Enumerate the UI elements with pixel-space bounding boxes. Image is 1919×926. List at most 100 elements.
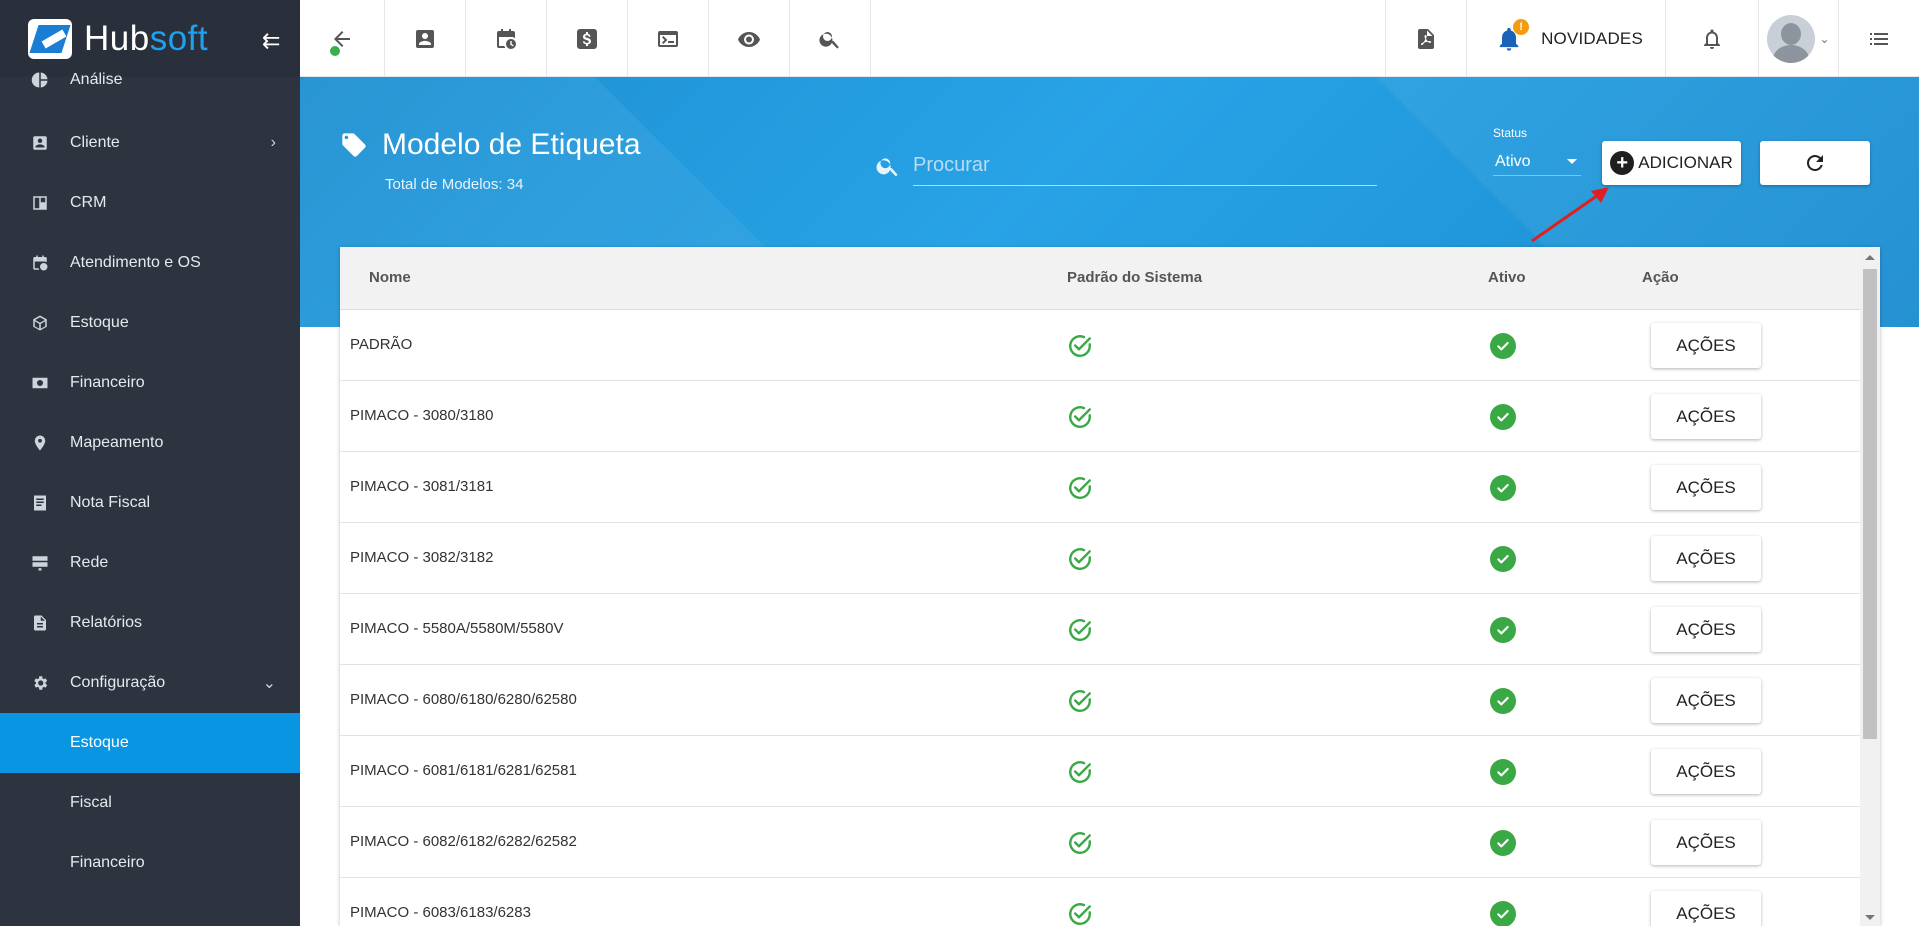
sidebar-item-mapeamento[interactable]: Mapeamento xyxy=(0,413,300,473)
table-row: PIMACO - 3082/3182 AÇÕES xyxy=(340,523,1880,594)
status-select[interactable]: Ativo xyxy=(1493,148,1581,176)
row-name: PIMACO - 3082/3182 xyxy=(350,549,494,566)
system-default-check-icon xyxy=(1067,830,1093,860)
system-default-check-icon xyxy=(1067,333,1093,363)
sidebar-subitem-estoque[interactable]: Estoque xyxy=(0,713,300,773)
search-icon xyxy=(876,158,898,177)
active-check-icon xyxy=(1490,475,1516,501)
labels-table: Nome Padrão do Sistema Ativo Ação PADRÃO… xyxy=(340,247,1880,926)
row-name: PIMACO - 6081/6181/6281/62581 xyxy=(350,762,577,779)
search-icon xyxy=(819,31,839,49)
refresh-icon xyxy=(1806,154,1823,171)
acoes-button[interactable]: AÇÕES xyxy=(1651,678,1761,723)
acoes-button[interactable]: AÇÕES xyxy=(1651,607,1761,652)
sidebar-item-rede[interactable]: Rede xyxy=(0,533,300,593)
tag-icon xyxy=(342,133,366,157)
sidebar-item-atendimento-e-os[interactable]: Atendimento e OS xyxy=(0,233,300,293)
collapse-sidebar-icon[interactable]: ⇇ xyxy=(262,28,280,54)
row-name: PIMACO - 3080/3180 xyxy=(350,407,494,424)
sidebar-item-financeiro[interactable]: Financeiro xyxy=(0,353,300,413)
sidebar-item-nota-fiscal[interactable]: Nota Fiscal xyxy=(0,473,300,533)
sidebar-item-label: Configuração xyxy=(70,674,166,691)
sidebar: Hubsoft ⇇ Análise Cliente › CRM Atendimento … xyxy=(0,0,300,926)
gear-icon xyxy=(30,673,50,693)
row-name: PIMACO - 3081/3181 xyxy=(350,478,494,495)
sidebar-item-relatorios[interactable]: Relatórios xyxy=(0,593,300,653)
contact-card-icon xyxy=(30,133,50,153)
plus-circle-icon: + xyxy=(1610,151,1635,175)
scroll-thumb[interactable] xyxy=(1863,269,1877,739)
table-scrollbar[interactable] xyxy=(1860,247,1880,926)
table-body: PADRÃO AÇÕES PIMACO - 3080/3180 AÇÕES PIMACO… xyxy=(340,310,1880,926)
active-check-icon xyxy=(1490,830,1516,856)
row-name: PIMACO - 5580A/5580M/5580V xyxy=(350,620,564,637)
active-check-icon xyxy=(1490,333,1516,359)
acoes-button[interactable]: AÇÕES xyxy=(1651,820,1761,865)
sidebar-item-label: Atendimento e OS xyxy=(70,254,201,271)
row-name: PIMACO - 6080/6180/6280/62580 xyxy=(350,691,577,708)
calendar-clock-icon xyxy=(30,253,50,273)
list-menu-button[interactable] xyxy=(1838,0,1919,77)
active-check-icon xyxy=(1490,404,1516,430)
sidebar-item-crm[interactable]: CRM xyxy=(0,173,300,233)
sidebar-subitem-fiscal[interactable]: Fiscal xyxy=(0,773,300,833)
acoes-button[interactable]: AÇÕES xyxy=(1651,394,1761,439)
table-row: PIMACO - 6081/6181/6281/62581 AÇÕES xyxy=(340,736,1880,807)
acoes-button[interactable]: AÇÕES xyxy=(1651,891,1761,926)
novidades-button[interactable]: ! NOVIDADES xyxy=(1466,0,1665,77)
topbar-search-button[interactable] xyxy=(790,0,871,77)
sidebar-item-configuracao[interactable]: Configuração ⌄ xyxy=(0,653,300,713)
notifications-button[interactable] xyxy=(1665,0,1758,77)
sidebar-item-estoque[interactable]: Estoque xyxy=(0,293,300,353)
top-bar: ! NOVIDADES ⌄ xyxy=(300,0,1919,77)
sidebar-menu: Análise Cliente › CRM Atendimento e OS Estoqu… xyxy=(0,65,300,713)
dollar-icon xyxy=(577,28,597,49)
status-value: Ativo xyxy=(1495,152,1531,170)
view-button[interactable] xyxy=(709,0,790,77)
sidebar-item-label: Financeiro xyxy=(70,374,145,391)
table-row: PIMACO - 6082/6182/6282/62582 AÇÕES xyxy=(340,807,1880,878)
acoes-button[interactable]: AÇÕES xyxy=(1651,323,1761,368)
search-bar xyxy=(875,145,1377,187)
scheduling-button[interactable] xyxy=(466,0,547,77)
clients-button[interactable] xyxy=(385,0,466,77)
active-check-icon xyxy=(1490,688,1516,714)
sidebar-item-analise[interactable]: Análise xyxy=(0,65,300,95)
sidebar-item-cliente[interactable]: Cliente › xyxy=(0,113,300,173)
add-button[interactable]: + ADICIONAR xyxy=(1602,141,1741,185)
table-header: Nome Padrão do Sistema Ativo Ação xyxy=(340,247,1880,310)
status-label: Status xyxy=(1493,126,1528,140)
kanban-board-icon xyxy=(30,193,50,213)
pdf-button[interactable] xyxy=(1385,0,1466,77)
contact-card-icon xyxy=(416,29,434,48)
sidebar-item-label: Nota Fiscal xyxy=(70,494,151,511)
user-avatar xyxy=(1767,14,1816,63)
terminal-button[interactable] xyxy=(628,0,709,77)
server-icon xyxy=(30,553,50,573)
chevron-down-icon: ⌄ xyxy=(262,675,276,692)
search-input[interactable] xyxy=(913,146,1377,186)
sidebar-submenu: Estoque Fiscal Financeiro xyxy=(0,713,300,893)
novidades-label: NOVIDADES xyxy=(1541,28,1643,48)
money-icon xyxy=(30,373,50,393)
sidebar-subitem-financeiro[interactable]: Financeiro xyxy=(0,833,300,893)
acoes-button[interactable]: AÇÕES xyxy=(1651,749,1761,794)
acoes-button[interactable]: AÇÕES xyxy=(1651,465,1761,510)
refresh-button[interactable] xyxy=(1760,141,1870,185)
novidades-badge: ! xyxy=(1513,18,1530,35)
table-row: PIMACO - 5580A/5580M/5580V AÇÕES xyxy=(340,594,1880,665)
active-check-icon xyxy=(1490,617,1516,643)
system-default-check-icon xyxy=(1067,688,1093,718)
user-menu-button[interactable]: ⌄ xyxy=(328,0,1838,77)
table-row: PIMACO - 3081/3181 AÇÕES xyxy=(340,452,1880,523)
table-row: PIMACO - 6080/6180/6280/62580 AÇÕES xyxy=(340,665,1880,736)
back-button[interactable] xyxy=(300,0,385,77)
scroll-up-arrow-icon[interactable] xyxy=(1865,255,1875,260)
list-menu-icon xyxy=(1870,32,1888,45)
acoes-button[interactable]: AÇÕES xyxy=(1651,536,1761,581)
system-default-check-icon xyxy=(1067,759,1093,789)
sidebar-item-label: CRM xyxy=(70,194,107,211)
financial-button[interactable] xyxy=(547,0,628,77)
row-name: PIMACO - 6083/6183/6283 xyxy=(350,904,531,921)
scroll-down-arrow-icon[interactable] xyxy=(1865,915,1875,920)
